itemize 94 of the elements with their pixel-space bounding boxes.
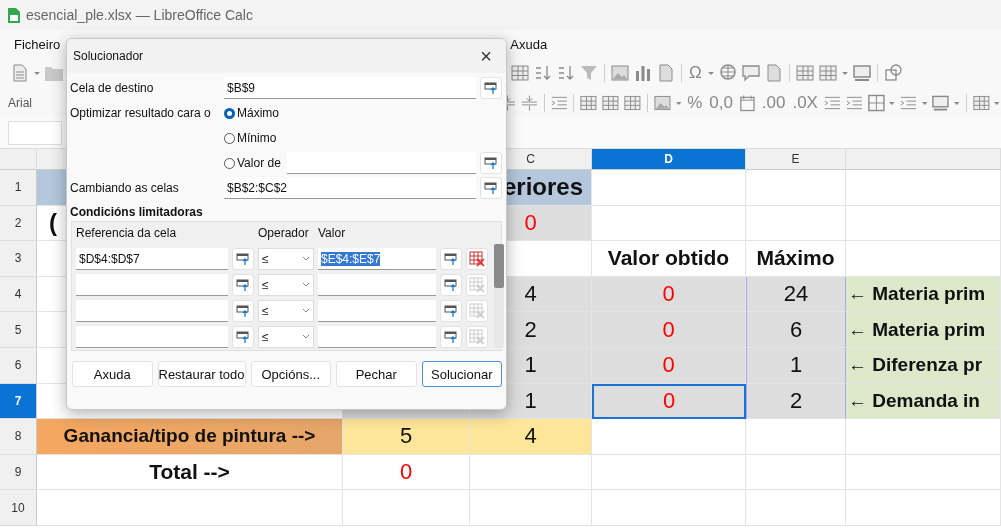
corner-cell[interactable] [0,149,37,170]
chevron-icon [302,256,310,262]
row-header[interactable]: 10 [0,490,37,526]
value-field[interactable] [318,274,436,296]
row-header[interactable]: 2 [0,205,37,242]
chart-icon[interactable] [633,63,653,83]
field-label: Optimizar resultado cara o [70,106,212,120]
cell-reference-field[interactable]: $D$4:$D$7 [76,248,228,270]
table-cell: ← Materia prim [846,276,1001,313]
chevron-icon [302,282,310,288]
table-cell: ← Materia prim [846,312,1001,348]
dialog-button[interactable]: Restaurar todo [157,361,246,387]
table-icon[interactable] [971,93,991,113]
table-cell: Ganancia/tipo de pintura --> [37,419,343,455]
dialog-button[interactable]: Pechar [336,361,417,387]
borders-icon[interactable] [866,93,886,113]
table-cell: Valor obtido [592,241,746,277]
radio-button[interactable]: Mínimo [224,127,277,149]
table-cell: 0 [592,383,746,420]
cell-reference-field[interactable] [76,300,228,322]
delete-row-button[interactable] [466,248,488,270]
row-header[interactable]: 8 [0,419,37,455]
dialog-button[interactable]: Opcións... [250,361,331,387]
table-icon[interactable] [601,93,621,113]
table-icon[interactable] [510,63,530,83]
chevron-icon [302,308,310,314]
table-cell: 1 [746,347,846,384]
spreadsheet-icon [8,7,20,23]
scrollbar[interactable] [494,244,504,348]
comment-icon[interactable] [740,63,761,83]
font-name-field[interactable]: Arial [8,93,56,113]
value-field[interactable]: $E$4:$E$7 [318,248,436,270]
operator-dropdown[interactable]: ≤ [258,274,314,296]
row-header[interactable]: 9 [0,454,37,491]
page-icon[interactable] [656,63,676,83]
field-label: Cambiando as celas [70,181,180,195]
shapes-icon[interactable] [882,63,903,83]
changing-cells-field[interactable]: $B$2:$C$2 [224,177,476,199]
row-header[interactable]: 7 [0,383,37,420]
table-cell: 0 [592,276,746,313]
operator-dropdown[interactable]: ≤ [258,248,314,270]
column-label: Operador [258,226,310,242]
calendar-icon[interactable] [737,93,757,113]
monitor-icon[interactable] [851,63,872,83]
table-cell: Total --> [37,454,343,491]
globe-icon[interactable] [717,63,738,83]
value-field[interactable] [286,152,476,174]
table-cell: 5 [343,419,470,455]
table-cell: 0 [592,347,746,384]
table-cell: 4 [470,419,592,455]
table-cell: 2 [746,383,846,420]
operator-dropdown[interactable]: ≤ [258,326,314,348]
dialog-button[interactable]: Solucionar [421,361,502,387]
table-icon[interactable] [623,93,642,113]
cell-reference-field[interactable] [76,274,228,296]
radio-button[interactable]: Valor de [224,152,281,174]
dialog-button[interactable]: Axuda [72,361,153,387]
column-header[interactable]: D [592,149,746,170]
image-icon[interactable] [652,93,672,113]
monitor-icon[interactable] [931,93,951,113]
table-cell: ← Demanda in [846,383,1001,420]
table-cell: Máximo [746,241,846,277]
operator-dropdown[interactable]: ≤ [258,300,314,322]
document-icon[interactable] [10,63,30,83]
table-cell: 24 [746,276,846,313]
table-cell: ← Diferenza pr [846,347,1001,384]
value-field[interactable] [318,300,436,322]
filter-icon[interactable] [579,63,599,83]
section-title: Condicións limitadoras [69,204,204,221]
table-cell: 6 [746,312,846,348]
image-icon[interactable] [610,63,630,83]
row-header[interactable]: 6 [0,347,37,384]
table-icon[interactable] [794,63,815,83]
table-cell: 0 [592,312,746,348]
dialog-title: Solucionador [73,49,144,63]
radio-button[interactable]: Máximo [224,102,279,124]
value-field[interactable] [318,326,436,348]
close-button[interactable]: × [476,44,496,68]
cell-reference-field[interactable] [76,326,228,348]
row-header[interactable]: 4 [0,276,37,313]
row-header[interactable]: 3 [0,241,37,277]
chevron-icon [302,334,310,340]
menu-item[interactable]: Ficheiro [14,36,61,52]
table-icon[interactable] [579,93,599,113]
column-header[interactable]: E [746,149,846,170]
column-label: Referencia da cela [76,226,178,242]
target-cell-field[interactable]: $B$9 [224,77,476,99]
window-title: esencial_ple.xlsx — LibreOffice Calc [26,7,253,23]
row-header[interactable]: 1 [0,170,37,206]
table-cell: 0 [343,454,470,491]
table-icon[interactable] [817,63,838,83]
menu-item[interactable]: Axuda [510,36,548,52]
field-label: Cela de destino [70,81,155,95]
row-header[interactable]: 5 [0,312,37,348]
